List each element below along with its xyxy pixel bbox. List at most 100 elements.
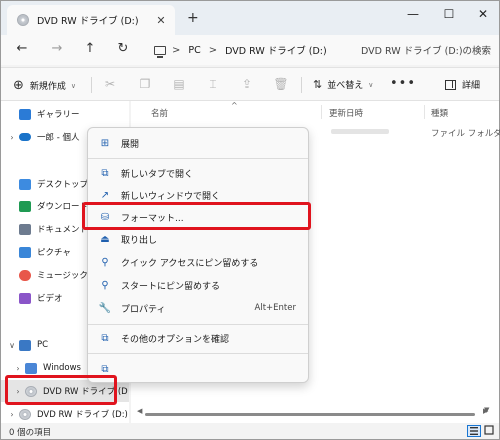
- address-bar[interactable]: > PC > DVD RW ドライブ (D:): [146, 39, 344, 61]
- rename-icon[interactable]: ⌶: [205, 77, 221, 93]
- chevron-right-icon[interactable]: ›: [5, 133, 19, 142]
- tiles-view-button[interactable]: [483, 425, 497, 437]
- details-pane-icon: [445, 79, 456, 90]
- pin-icon: ⚲: [101, 256, 109, 268]
- sidebar-item-label: ダウンロード: [37, 202, 89, 212]
- sidebar-item-label: ミュージック: [37, 271, 88, 281]
- sort-caret-icon: ^: [231, 101, 238, 110]
- scroll-down-arrow[interactable]: ▼: [484, 406, 489, 414]
- more-options-button[interactable]: •••: [390, 76, 416, 91]
- menu-item-label: 展開: [121, 139, 140, 150]
- toolbar-divider: [301, 77, 302, 93]
- chevron-down-icon: ∨: [368, 80, 374, 89]
- pin-start-icon: ⚲: [101, 279, 109, 291]
- sort-button[interactable]: ⇅ 並べ替え ∨: [313, 78, 373, 91]
- toolbar-divider: [91, 77, 92, 93]
- copy-icon[interactable]: ❐: [137, 77, 153, 93]
- sidebar-item-label: 一郎 - 個人: [37, 133, 80, 143]
- tab-bar: DVD RW ドライブ (D:) ✕ + — ☐ ✕: [1, 1, 499, 35]
- delete-icon[interactable]: 🗑: [273, 77, 289, 93]
- sidebar-item-label: Windows: [43, 363, 81, 373]
- menu-divider: [88, 324, 308, 325]
- context-menu: ⊞ 展開 ⧉ 新しいタブで開く ↗ 新しいウィンドウで開く ⛁ フォーマット..…: [87, 127, 309, 383]
- highlight-format: [82, 202, 311, 230]
- details-view-button[interactable]: [467, 425, 481, 437]
- item-count: 0 個の項目: [9, 428, 52, 438]
- sidebar-item-label: デスクトップ: [37, 180, 89, 190]
- sidebar-item-label: ギャラリー: [37, 110, 80, 120]
- breadcrumb-pc[interactable]: PC: [188, 45, 200, 56]
- menu-item-pin-quick-access[interactable]: ⚲ クイック アクセスにピン留めする: [94, 251, 302, 273]
- new-tab-icon: ⧉: [101, 167, 109, 179]
- pc-icon: [19, 339, 31, 351]
- column-header-name[interactable]: 名前: [151, 107, 168, 119]
- menu-item-copy[interactable]: ⧉: [94, 358, 302, 380]
- dvd-icon: [19, 408, 31, 420]
- search-box[interactable]: DVD RW ドライブ (D:)の検索: [349, 39, 494, 61]
- menu-item-label: 新しいウィンドウで開く: [121, 191, 221, 202]
- up-button[interactable]: ↑: [81, 41, 99, 56]
- column-divider[interactable]: [424, 105, 425, 119]
- search-input[interactable]: DVD RW ドライブ (D:)の検索: [361, 43, 491, 57]
- breadcrumb-separator: >: [172, 44, 181, 56]
- properties-icon: 🔧: [98, 302, 112, 314]
- close-tab-icon[interactable]: ✕: [153, 14, 169, 27]
- horizontal-scrollbar[interactable]: [145, 413, 475, 416]
- sidebar-item-gallery[interactable]: ギャラリー: [1, 103, 129, 125]
- sidebar-item-label: ドキュメント: [37, 225, 89, 235]
- sidebar-item-label: ビデオ: [37, 294, 63, 304]
- back-button[interactable]: ←: [13, 41, 31, 56]
- refresh-button[interactable]: ↻: [114, 41, 132, 56]
- maximize-button[interactable]: ☐: [437, 7, 461, 21]
- sidebar-item-dvd-drive[interactable]: › DVD RW ドライブ (D:): [1, 403, 129, 425]
- cut-icon[interactable]: ✂: [102, 77, 118, 93]
- details-pane-button[interactable]: 詳細: [445, 78, 480, 91]
- documents-icon: [19, 223, 31, 235]
- onedrive-icon: [19, 133, 31, 141]
- breadcrumb-dvd-drive[interactable]: DVD RW ドライブ (D:): [225, 43, 327, 57]
- scroll-left-arrow[interactable]: ◀: [137, 407, 142, 415]
- pictures-icon: [19, 246, 31, 258]
- new-button[interactable]: ⊕ 新規作成 ∨: [13, 78, 76, 93]
- close-window-button[interactable]: ✕: [471, 7, 495, 21]
- new-label: 新規作成: [29, 82, 66, 92]
- menu-item-open-new-tab[interactable]: ⧉ 新しいタブで開く: [94, 162, 302, 184]
- more-options-icon: ⧉: [101, 332, 109, 344]
- sidebar-item-label: DVD RW ドライブ (D:): [37, 410, 128, 420]
- chevron-right-icon[interactable]: ›: [11, 364, 25, 373]
- row-type: ファイル フォルダー: [431, 129, 500, 139]
- new-window-icon: ↗: [100, 189, 110, 201]
- shortcut-label: Alt+Enter: [254, 303, 296, 313]
- menu-item-properties[interactable]: 🔧 プロパティ Alt+Enter: [94, 297, 302, 319]
- chevron-right-icon[interactable]: ›: [5, 410, 19, 419]
- tab-dvd-drive[interactable]: DVD RW ドライブ (D:) ✕: [7, 5, 175, 35]
- chevron-down-icon: ∨: [70, 81, 77, 90]
- sort-label: 並べ替え: [327, 81, 364, 91]
- explorer-window: DVD RW ドライブ (D:) ✕ + — ☐ ✕ ← → ↑ ↻ > PC …: [0, 0, 500, 440]
- menu-item-label: その他のオプションを確認: [121, 334, 230, 345]
- navigation-bar: ← → ↑ ↻ > PC > DVD RW ドライブ (D:) DVD RW ド…: [1, 35, 499, 65]
- share-icon[interactable]: ⇪: [239, 77, 255, 93]
- sort-icon: ⇅: [313, 78, 323, 91]
- plus-icon: ⊕: [13, 78, 24, 93]
- menu-item-label: 新しいタブで開く: [121, 169, 194, 180]
- column-header-date[interactable]: 更新日時: [329, 107, 363, 119]
- menu-divider: [88, 158, 308, 159]
- sidebar-item-label: ピクチャ: [37, 248, 71, 258]
- menu-item-more-options[interactable]: ⧉ その他のオプションを確認: [94, 327, 302, 349]
- column-divider[interactable]: [321, 105, 322, 119]
- menu-divider: [88, 353, 308, 354]
- highlight-dvd-drive: [5, 375, 117, 405]
- menu-item-expand[interactable]: ⊞ 展開: [94, 132, 302, 154]
- chevron-down-icon[interactable]: ∨: [5, 341, 19, 350]
- forward-button[interactable]: →: [48, 41, 66, 56]
- menu-item-pin-start[interactable]: ⚲ スタートにピン留めする: [94, 274, 302, 296]
- paste-icon[interactable]: ▤: [171, 77, 187, 93]
- column-header-type[interactable]: 種類: [431, 107, 448, 119]
- menu-item-label: スタートにピン留めする: [121, 281, 221, 292]
- minimize-button[interactable]: —: [401, 7, 425, 21]
- menu-item-label: クイック アクセスにピン留めする: [121, 258, 259, 269]
- menu-item-label: プロパティ: [121, 304, 166, 315]
- menu-item-eject[interactable]: ⏏ 取り出し: [94, 228, 302, 250]
- new-tab-button[interactable]: +: [187, 10, 199, 26]
